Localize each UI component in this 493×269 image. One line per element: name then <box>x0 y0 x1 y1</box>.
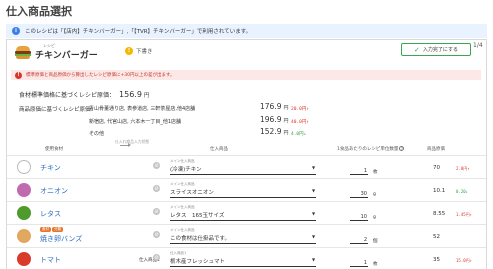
cost-alert-text: 標準原価と商品原価から算出したレシピ原価に+30円以上の差が出ます。 <box>26 73 175 78</box>
purchase-item-select[interactable]: 栃木産フレッシュマト <box>170 257 316 267</box>
qty-unit: g <box>373 192 376 197</box>
shop-group-2-diff: 40.0円↑ <box>291 120 310 125</box>
price-value: 52 <box>433 234 440 240</box>
cost-alert: ! 標準原価と商品原価から算出したレシピ原価に+30円以上の差が出ます。 <box>11 70 481 80</box>
alert-icon: ! <box>15 71 22 79</box>
input-state-icon: ⊘ <box>153 185 160 192</box>
qty-input[interactable]: 30 <box>350 191 368 198</box>
ingredient-name-link[interactable]: 焼き卵バンズ <box>40 234 82 244</box>
purchase-item-label: メイン仕入商品 <box>170 182 195 186</box>
standard-cost-label: 食材標準価格に基づくレシピ原価： <box>19 92 116 99</box>
table-row[interactable]: オニオン ⊘ メイン仕入商品スライスオニオン ▼ 30 g 10.1 0.20↓ <box>7 178 486 201</box>
shop-group-2-price: 196.9 円 <box>260 115 289 124</box>
purchase-item-label: メイン仕入商品 <box>170 228 195 232</box>
page-title: 仕入商品選択 <box>6 5 72 18</box>
ingredient-name-link[interactable]: オニオン <box>40 186 68 196</box>
ingredient-table-header: 使用食材 仕入れ商品入力状態 仕入商品 1食品あたりのレシピ単位数量? 商品原価 <box>7 136 486 154</box>
header-purchase: 仕入商品 <box>210 147 228 152</box>
table-row[interactable]: チキン ⊘ メイン仕入商品 (冷凍)チキン ▼ 1 枚 70 2.0円↑ <box>7 155 486 178</box>
exclamation-icon: ! <box>125 47 133 55</box>
shop-group-1-diff: 20.0円↑ <box>291 107 310 112</box>
recipe-name: チキンバーガー <box>35 51 98 61</box>
chevron-down-icon[interactable]: ▼ <box>312 188 315 193</box>
ingredient-name-link[interactable]: レタス <box>40 209 61 219</box>
help-icon[interactable]: ? <box>399 146 405 151</box>
hamburger-icon <box>15 46 31 59</box>
chevron-down-icon[interactable]: ▼ <box>312 257 315 262</box>
input-state-icon: ⊘ <box>153 208 160 215</box>
page-counter: 1/4 <box>473 42 483 49</box>
chevron-down-icon[interactable]: ▼ <box>312 211 315 216</box>
standard-cost-value: 156.9 <box>119 90 142 99</box>
ingredient-image-icon <box>17 229 31 243</box>
qty-unit: 枚 <box>373 170 378 175</box>
price-diff: 15.0円↑ <box>456 258 473 263</box>
shop-group-3-price: 152.9 円 <box>260 127 289 136</box>
purchase-item-select[interactable]: この食材は仕掛品です。 <box>170 234 316 244</box>
ingredient-name-link[interactable]: トマト <box>40 255 61 265</box>
price-value: 70 <box>433 165 440 171</box>
qty-input[interactable]: 2 <box>350 237 368 244</box>
table-row[interactable]: 食材 分類焼き卵バンズ ⊘ メイン仕入商品この食材は仕掛品です。 ▼ 2 個 52 <box>7 224 486 247</box>
header-price: 商品原価 <box>427 147 445 152</box>
shop-group-1-price: 176.9 円 <box>260 102 289 111</box>
usage-info-bar: i このレシピは「【店内】チキンバーガー」,「【TVR】チキンバーガー」で利用さ… <box>6 24 487 38</box>
header-ingredient: 使用食材 <box>45 147 63 152</box>
ingredient-badges: 食材 分類 <box>40 227 64 232</box>
ingredient-badge: 分類 <box>52 227 63 232</box>
price-diff: 2.0円↑ <box>456 166 470 171</box>
ingredient-image-icon <box>17 252 31 266</box>
qty-unit: 枚 <box>373 262 378 267</box>
check-icon: ✓ <box>414 45 420 54</box>
table-row[interactable]: トマト 仕入商品1 ⊘ 仕入商品1 栃木産フレッシュマト ▼ 1 枚 35 15.0円↑ <box>7 247 486 269</box>
purchase-item-label: 仕入商品1 <box>170 251 187 255</box>
mark-complete-button[interactable]: ✓ 入力完了にする <box>401 43 471 56</box>
purchase-item-select[interactable]: レタス 165玉サイズ <box>170 211 316 221</box>
price-value: 35 <box>433 257 440 263</box>
ingredient-image-icon <box>17 183 31 197</box>
ingredient-image-icon <box>17 206 31 220</box>
standard-cost: 食材標準価格に基づくレシピ原価： 156.9 円 <box>19 90 149 99</box>
mark-complete-label: 入力完了にする <box>422 47 458 53</box>
header-qty: 1食品あたりのレシピ単位数量? <box>337 146 405 152</box>
price-diff: 1.45円↑ <box>456 212 473 217</box>
shop-cost-label: 商品原価に基づくレシピ原価： <box>19 107 97 113</box>
qty-unit: g <box>373 215 376 220</box>
qty-input[interactable]: 10 <box>350 214 368 221</box>
purchase-item-select[interactable]: スライスオニオン <box>170 188 316 198</box>
usage-info-text: このレシピは「【店内】チキンバーガー」,「【TVR】チキンバーガー」で利用されて… <box>25 29 252 35</box>
shop-group-2-name: 新宿店, 代官山店, 六本木一丁目_他1店舗 <box>89 119 182 125</box>
standard-cost-unit: 円 <box>143 93 150 99</box>
input-state-icon: ⊘ <box>153 231 160 238</box>
price-value: 8.55 <box>433 211 446 217</box>
draft-status-label: 下書き <box>136 49 153 55</box>
recipe-card: レシピ チキンバーガー ! 下書き ✓ 入力完了にする 1/4 ! 標準原価と商… <box>6 39 487 269</box>
price-value: 10.1 <box>433 188 446 194</box>
ingredient-badge: 食材 <box>40 227 51 232</box>
input-state-icon: ⊘ <box>153 254 160 261</box>
qty-input[interactable]: 1 <box>350 260 368 267</box>
qty-unit: 個 <box>373 239 378 244</box>
qty-input[interactable]: 1 <box>350 168 368 175</box>
price-diff: 0.20↓ <box>456 189 469 194</box>
info-icon: i <box>12 27 20 35</box>
draft-status: ! 下書き <box>125 47 153 55</box>
recipe-header: レシピ チキンバーガー <box>15 44 98 61</box>
ingredient-image-icon <box>17 160 31 174</box>
shop-group-1-name: 青山骨董通り店, 表参道店, 三軒茶屋店,他4店舗 <box>89 106 196 112</box>
purchase-item-select[interactable]: (冷凍)チキン <box>170 165 316 175</box>
table-row[interactable]: レタス ⊘ メイン仕入商品レタス 165玉サイズ ▼ 10 g 8.55 1.45円↑ <box>7 201 486 224</box>
chevron-down-icon[interactable]: ▼ <box>312 234 315 239</box>
ingredient-name-link[interactable]: チキン <box>40 163 61 173</box>
input-state-icon: ⊘ <box>153 162 160 169</box>
arrow-right-icon <box>120 143 131 147</box>
purchase-item-label: メイン仕入商品 <box>170 159 195 163</box>
purchase-item-label: メイン仕入商品 <box>170 205 195 209</box>
chevron-down-icon[interactable]: ▼ <box>312 165 315 170</box>
